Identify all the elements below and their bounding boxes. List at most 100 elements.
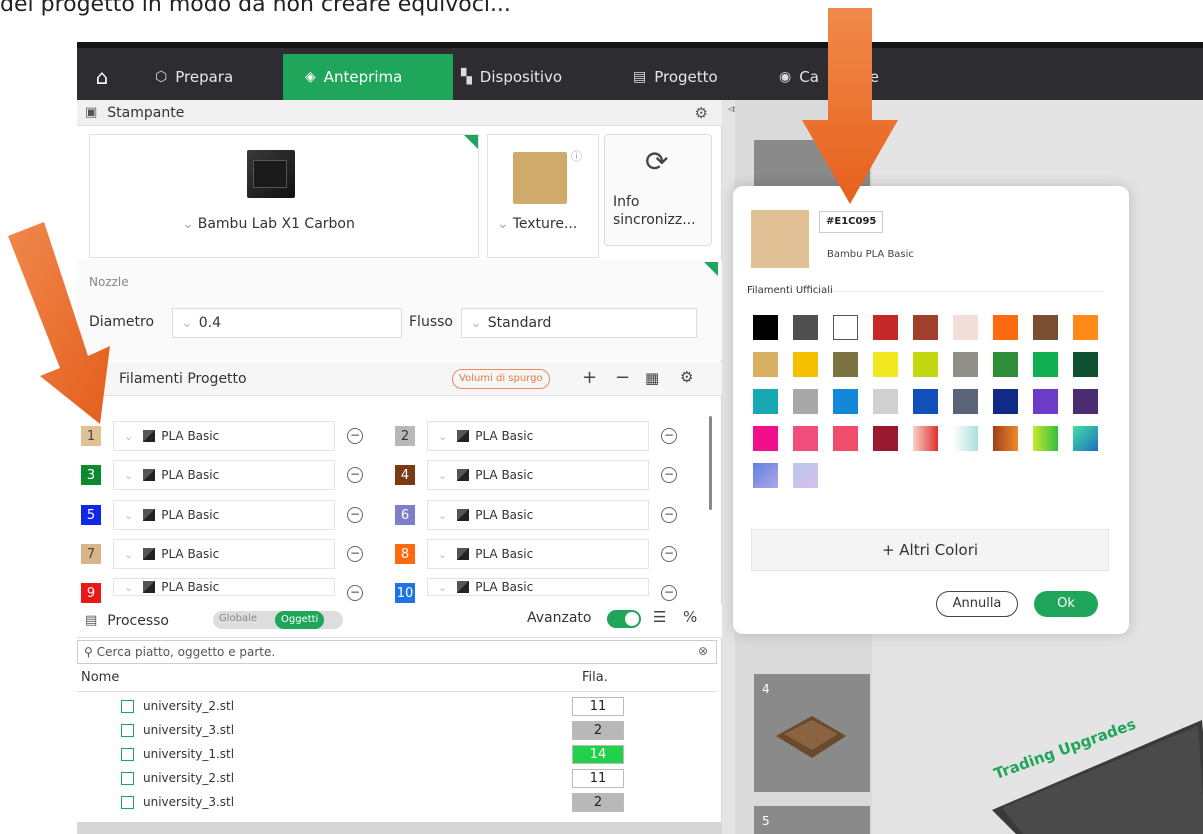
scrollbar[interactable] [709,416,712,510]
remove-filament-icon[interactable]: − [347,507,363,523]
filament-color-swatch[interactable]: 1 [81,426,101,446]
color-swatch[interactable] [1033,315,1058,340]
remove-filament-icon[interactable]: − [347,467,363,483]
filament-type-dropdown[interactable]: ⌄ PLA Basic [427,460,649,490]
color-swatch[interactable] [753,352,778,377]
color-swatch[interactable] [1073,426,1098,451]
global-objects-toggle[interactable]: Globale Oggetti [213,611,343,629]
color-swatch[interactable] [1033,426,1058,451]
flow-dropdown[interactable]: ⌄ Standard [461,308,697,338]
tab-progetto[interactable]: ▤ Progetto [633,54,718,100]
color-swatch[interactable] [913,426,938,451]
color-swatch[interactable] [833,315,858,340]
remove-filament-icon[interactable]: − [661,507,677,523]
info-icon[interactable]: ⓘ [571,148,582,164]
plate-row-strip[interactable] [77,822,722,834]
clear-icon[interactable]: ⊗ [698,644,708,658]
remove-filament-icon[interactable]: − [661,428,677,444]
color-swatch[interactable] [1073,315,1098,340]
object-filament-index[interactable]: 11 [572,769,624,788]
color-swatch[interactable] [873,315,898,340]
filament-color-swatch[interactable]: 9 [81,583,101,603]
color-swatch[interactable] [953,352,978,377]
more-colors-button[interactable]: + Altri Colori [751,529,1109,571]
printer-model-dropdown[interactable]: ⌄ Bambu Lab X1 Carbon [182,216,355,232]
object-filament-index[interactable]: 14 [572,745,624,764]
object-search-input[interactable]: ⚲ Cerca piatto, oggetto e parte. ⊗ [77,640,717,664]
ok-button[interactable]: Ok [1034,591,1098,617]
cancel-button[interactable]: Annulla [936,591,1018,617]
filament-color-swatch[interactable]: 6 [395,505,415,525]
remove-filament-icon[interactable]: − [661,546,677,562]
color-swatch[interactable] [753,315,778,340]
filament-color-swatch[interactable]: 2 [395,426,415,446]
color-swatch[interactable] [993,352,1018,377]
column-name[interactable]: Nome [81,670,119,685]
plate-thumbnail-4[interactable]: 4 [754,674,870,792]
plus-icon[interactable]: + [582,367,597,388]
color-swatch[interactable] [913,352,938,377]
filament-type-dropdown[interactable]: ⌄ PLA Basic [113,539,335,569]
tab-prepara[interactable]: ⬡ Prepara [155,54,233,100]
minus-icon[interactable]: − [615,367,630,388]
object-filament-index[interactable]: 2 [572,721,624,740]
color-swatch[interactable] [793,352,818,377]
object-row[interactable]: university_2.stl 11 [77,696,717,718]
filament-color-swatch[interactable]: 3 [81,465,101,485]
object-row[interactable]: university_3.stl 2 [77,720,717,742]
remove-filament-icon[interactable]: − [347,546,363,562]
plate-dropdown[interactable]: ⌄ Texture... [497,216,577,232]
color-swatch[interactable] [873,389,898,414]
color-swatch[interactable] [1073,352,1098,377]
object-row[interactable]: university_2.stl 11 [77,768,717,790]
remove-filament-icon[interactable]: − [661,585,677,601]
color-swatch[interactable] [793,315,818,340]
filament-type-dropdown[interactable]: ⌄ PLA Basic [427,578,649,596]
color-swatch[interactable] [793,426,818,451]
home-button[interactable]: ⌂ [87,54,117,100]
color-swatch[interactable] [1033,389,1058,414]
list-icon[interactable]: ☰ [653,608,666,626]
filament-color-swatch[interactable]: 10 [395,583,415,603]
color-swatch[interactable] [1033,352,1058,377]
filament-color-swatch[interactable]: 7 [81,544,101,564]
color-swatch[interactable] [953,426,978,451]
color-swatch[interactable] [993,426,1018,451]
color-swatch[interactable] [873,352,898,377]
percent-icon[interactable]: % [683,608,697,626]
global-option[interactable]: Globale [219,613,257,624]
hex-input[interactable]: #E1C095 [819,211,884,233]
filament-color-swatch[interactable]: 8 [395,544,415,564]
edit-list-icon[interactable]: ▦ [645,369,659,387]
diameter-dropdown[interactable]: ⌄ 0.4 [172,308,402,338]
plate-thumbnail-5[interactable]: 5 [754,806,870,834]
filament-color-swatch[interactable]: 4 [395,465,415,485]
color-swatch[interactable] [833,352,858,377]
remove-filament-icon[interactable]: − [347,585,363,601]
tab-dispositivo[interactable]: ▚ Dispositivo [461,54,562,100]
advanced-switch[interactable] [607,610,641,628]
filament-type-dropdown[interactable]: ⌄ PLA Basic [427,421,649,451]
color-swatch[interactable] [793,463,818,488]
color-swatch[interactable] [913,389,938,414]
color-swatch[interactable] [953,315,978,340]
purge-volumes-button[interactable]: Volumi di spurgo [452,369,550,389]
color-swatch[interactable] [753,463,778,488]
color-swatch[interactable] [1073,389,1098,414]
object-row[interactable]: university_1.stl 14 [77,744,717,766]
object-row[interactable]: university_3.stl 2 [77,792,717,814]
gear-icon[interactable]: ⚙ [695,104,708,122]
color-swatch[interactable] [953,389,978,414]
column-filament[interactable]: Fila. [582,670,608,685]
object-filament-index[interactable]: 2 [572,793,624,812]
color-swatch[interactable] [993,389,1018,414]
color-swatch[interactable] [753,389,778,414]
color-swatch[interactable] [833,426,858,451]
objects-option[interactable]: Oggetti [275,611,325,629]
color-swatch[interactable] [993,315,1018,340]
color-swatch[interactable] [793,389,818,414]
color-swatch[interactable] [913,315,938,340]
filament-type-dropdown[interactable]: ⌄ PLA Basic [427,500,649,530]
sync-info-button[interactable]: ⟳ Info sincronizz... [604,134,712,246]
filament-type-dropdown[interactable]: ⌄ PLA Basic [113,460,335,490]
